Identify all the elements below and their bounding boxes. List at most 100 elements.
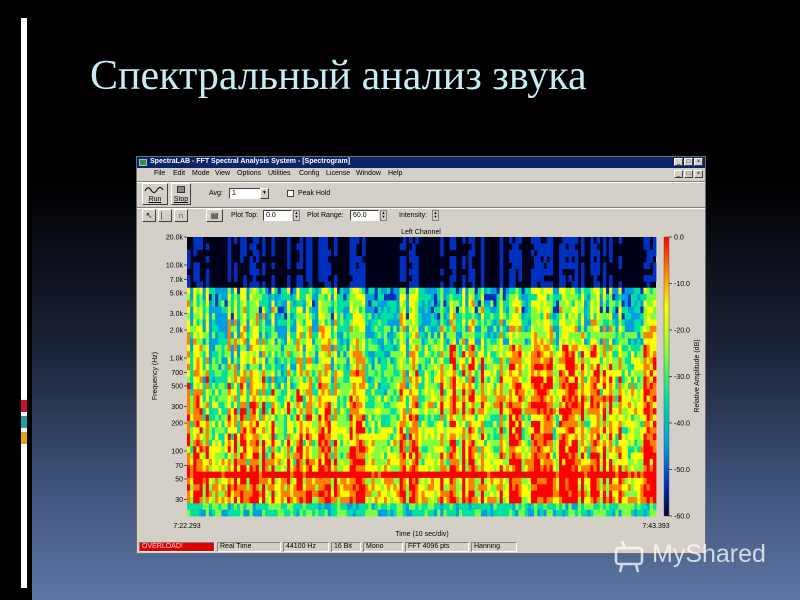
spectrogram-cell [499,351,504,358]
spectrogram-cell [346,294,350,301]
spectrogram-cell [268,420,272,428]
spectrogram-cell [465,401,469,409]
spectrogram-cell [571,281,576,289]
spectrogram-cell [487,427,491,434]
spectrogram-cell [377,458,382,466]
pointer-icon[interactable]: ↖ [142,209,156,222]
spectrogram-cell [562,471,566,479]
spectrogram-cell [212,433,216,441]
spectrogram-cell [393,458,397,466]
mdi-maximize-button[interactable]: □ [684,170,693,178]
spectrogram-cell [202,439,207,447]
plot-top-spinner[interactable]: ▲ ▼ [293,210,300,221]
spectrogram-cell [443,477,447,485]
peak-hold-checkbox[interactable] [287,190,294,197]
spectrogram-cell [496,344,501,352]
menu-help[interactable]: Help [388,170,402,177]
spectrogram-cell [315,433,319,441]
menu-window[interactable]: Window [356,170,381,177]
spectrogram-cell [527,465,532,473]
spectrogram-cell [421,344,426,352]
spectrogram-cell [337,509,341,517]
spectrogram-chart[interactable]: Left Channel 20.0k10.0k7.0k5.0k3.0k2.0k1… [137,226,705,540]
spectrogram-cell [318,287,322,295]
spectrogram-cell [202,325,207,333]
stop-button[interactable]: Stop [171,183,191,205]
spectrogram-cell [405,420,410,428]
spectrogram-cell [271,300,275,308]
spectrogram-cell [559,268,563,276]
spectrogram-cell [408,433,413,441]
minimize-button[interactable]: _ [674,158,683,166]
spectrogram-cell [427,477,432,485]
spectrogram-cell [484,446,488,453]
spectrogram-cell [305,496,310,504]
cursor-icon[interactable]: ⎸ [158,209,172,222]
spectrogram-cell [524,408,529,415]
spectrogram-cell [324,256,329,263]
menu-mode[interactable]: Mode [192,170,210,177]
spectrogram-cell [459,401,463,409]
spectrogram-cell [443,471,447,479]
spectrogram-cell [268,382,272,390]
spectrogram-cell [349,439,354,447]
window-titlebar[interactable]: SpectraLAB - FFT Spectral Analysis Syste… [137,157,705,168]
plot-range-input[interactable]: 60.0 [350,210,379,221]
spectrogram-cell [346,458,350,466]
spectrogram-cell [468,389,472,396]
marker-icon[interactable]: ∩ [174,209,188,222]
spectrogram-cell [218,306,222,314]
spectrogram-cell [383,332,388,339]
spectrogram-cell [505,306,510,314]
maximize-button[interactable]: □ [684,158,693,166]
spectrogram-cell [405,306,410,314]
mdi-close-button[interactable]: × [694,170,703,178]
spectrogram-cell [512,281,516,289]
spectrogram-cell [521,458,526,466]
avg-select[interactable]: 1 [229,188,261,199]
spectrogram-cell [437,382,441,390]
spectrogram-cell [355,376,360,384]
menu-utilities[interactable]: Utilities [268,170,291,177]
spectrogram-cell [340,344,344,352]
menu-file[interactable]: File [154,170,165,177]
spectrogram-cell [215,357,219,365]
spectrogram-cell [290,414,294,422]
spectrogram-cell [221,287,225,295]
spectrogram-cell [462,332,466,339]
spectrogram-cell [430,319,435,327]
spectrogram-cell [343,490,347,498]
spectrogram-cell [540,243,544,251]
spectrogram-cell [449,471,454,479]
spectrogram-cell [405,313,410,320]
menu-config[interactable]: Config [299,170,319,177]
view-icon[interactable]: ▤ [206,209,223,222]
close-button[interactable]: × [694,158,703,166]
plot-top-input[interactable]: 0.0 [263,210,292,221]
spectrogram-cell [474,300,479,308]
menu-view[interactable]: View [215,170,230,177]
chevron-down-icon[interactable]: ▼ [260,188,269,199]
menu-edit[interactable]: Edit [173,170,185,177]
plot-range-spinner[interactable]: ▲ ▼ [380,210,387,221]
menu-license[interactable]: License [326,170,350,177]
spectrogram-cell [399,414,404,422]
spectrogram-cell [408,465,413,473]
mdi-minimize-button[interactable]: _ [674,170,683,178]
spectrogram-cell [524,427,529,434]
run-button[interactable]: Run [142,183,168,205]
spectrogram-cell [574,395,579,403]
intensity-spinner[interactable]: ▲ ▼ [432,210,439,221]
spectrogram-cell [299,433,304,441]
spectrogram-cell [255,490,260,498]
spectrogram-cell [308,458,313,466]
spectrogram-cell [199,351,204,358]
spectrogram-cell [580,306,585,314]
spectrogram-cell [196,389,200,396]
spectrogram-cell [271,503,275,511]
spectrogram-cell [540,338,544,346]
spectrogram-cell [496,382,501,390]
menu-options[interactable]: Options [237,170,261,177]
spectrogram-cell [484,484,488,492]
spectrogram-cell [484,477,488,485]
